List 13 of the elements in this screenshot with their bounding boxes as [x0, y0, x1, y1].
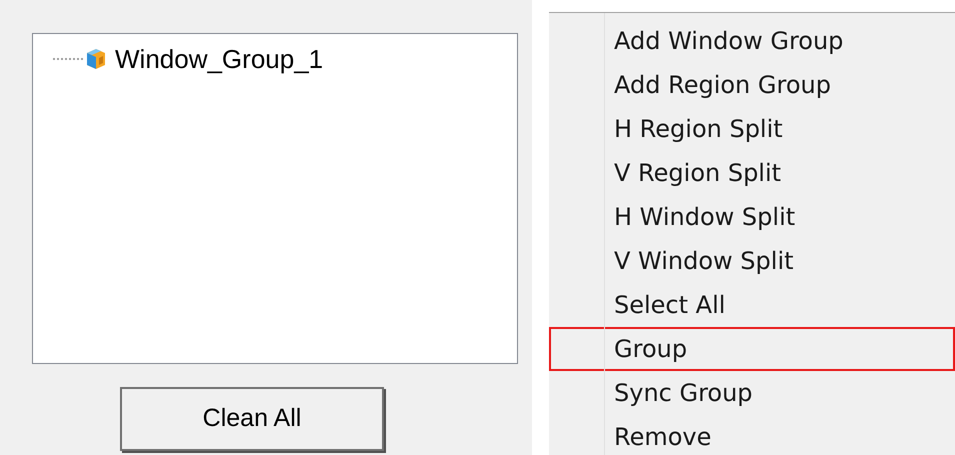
menu-item[interactable]: Add Region Group — [549, 63, 955, 107]
menu-item[interactable]: V Region Split — [549, 151, 955, 195]
menu-item[interactable]: Add Window Group — [549, 19, 955, 63]
menu-item[interactable]: H Region Split — [549, 107, 955, 151]
menu-item[interactable]: Sync Group — [549, 371, 955, 415]
tree-connector — [53, 58, 83, 60]
tree-item[interactable]: Window_Group_1 — [115, 46, 324, 72]
menu-item[interactable]: Select All — [549, 283, 955, 327]
menu-item[interactable]: Remove — [549, 415, 955, 455]
clean-all-button[interactable]: Clean All — [120, 387, 384, 451]
menu-item[interactable]: H Window Split — [549, 195, 955, 239]
menu-item[interactable]: Group — [549, 327, 955, 371]
menu-item[interactable]: V Window Split — [549, 239, 955, 283]
